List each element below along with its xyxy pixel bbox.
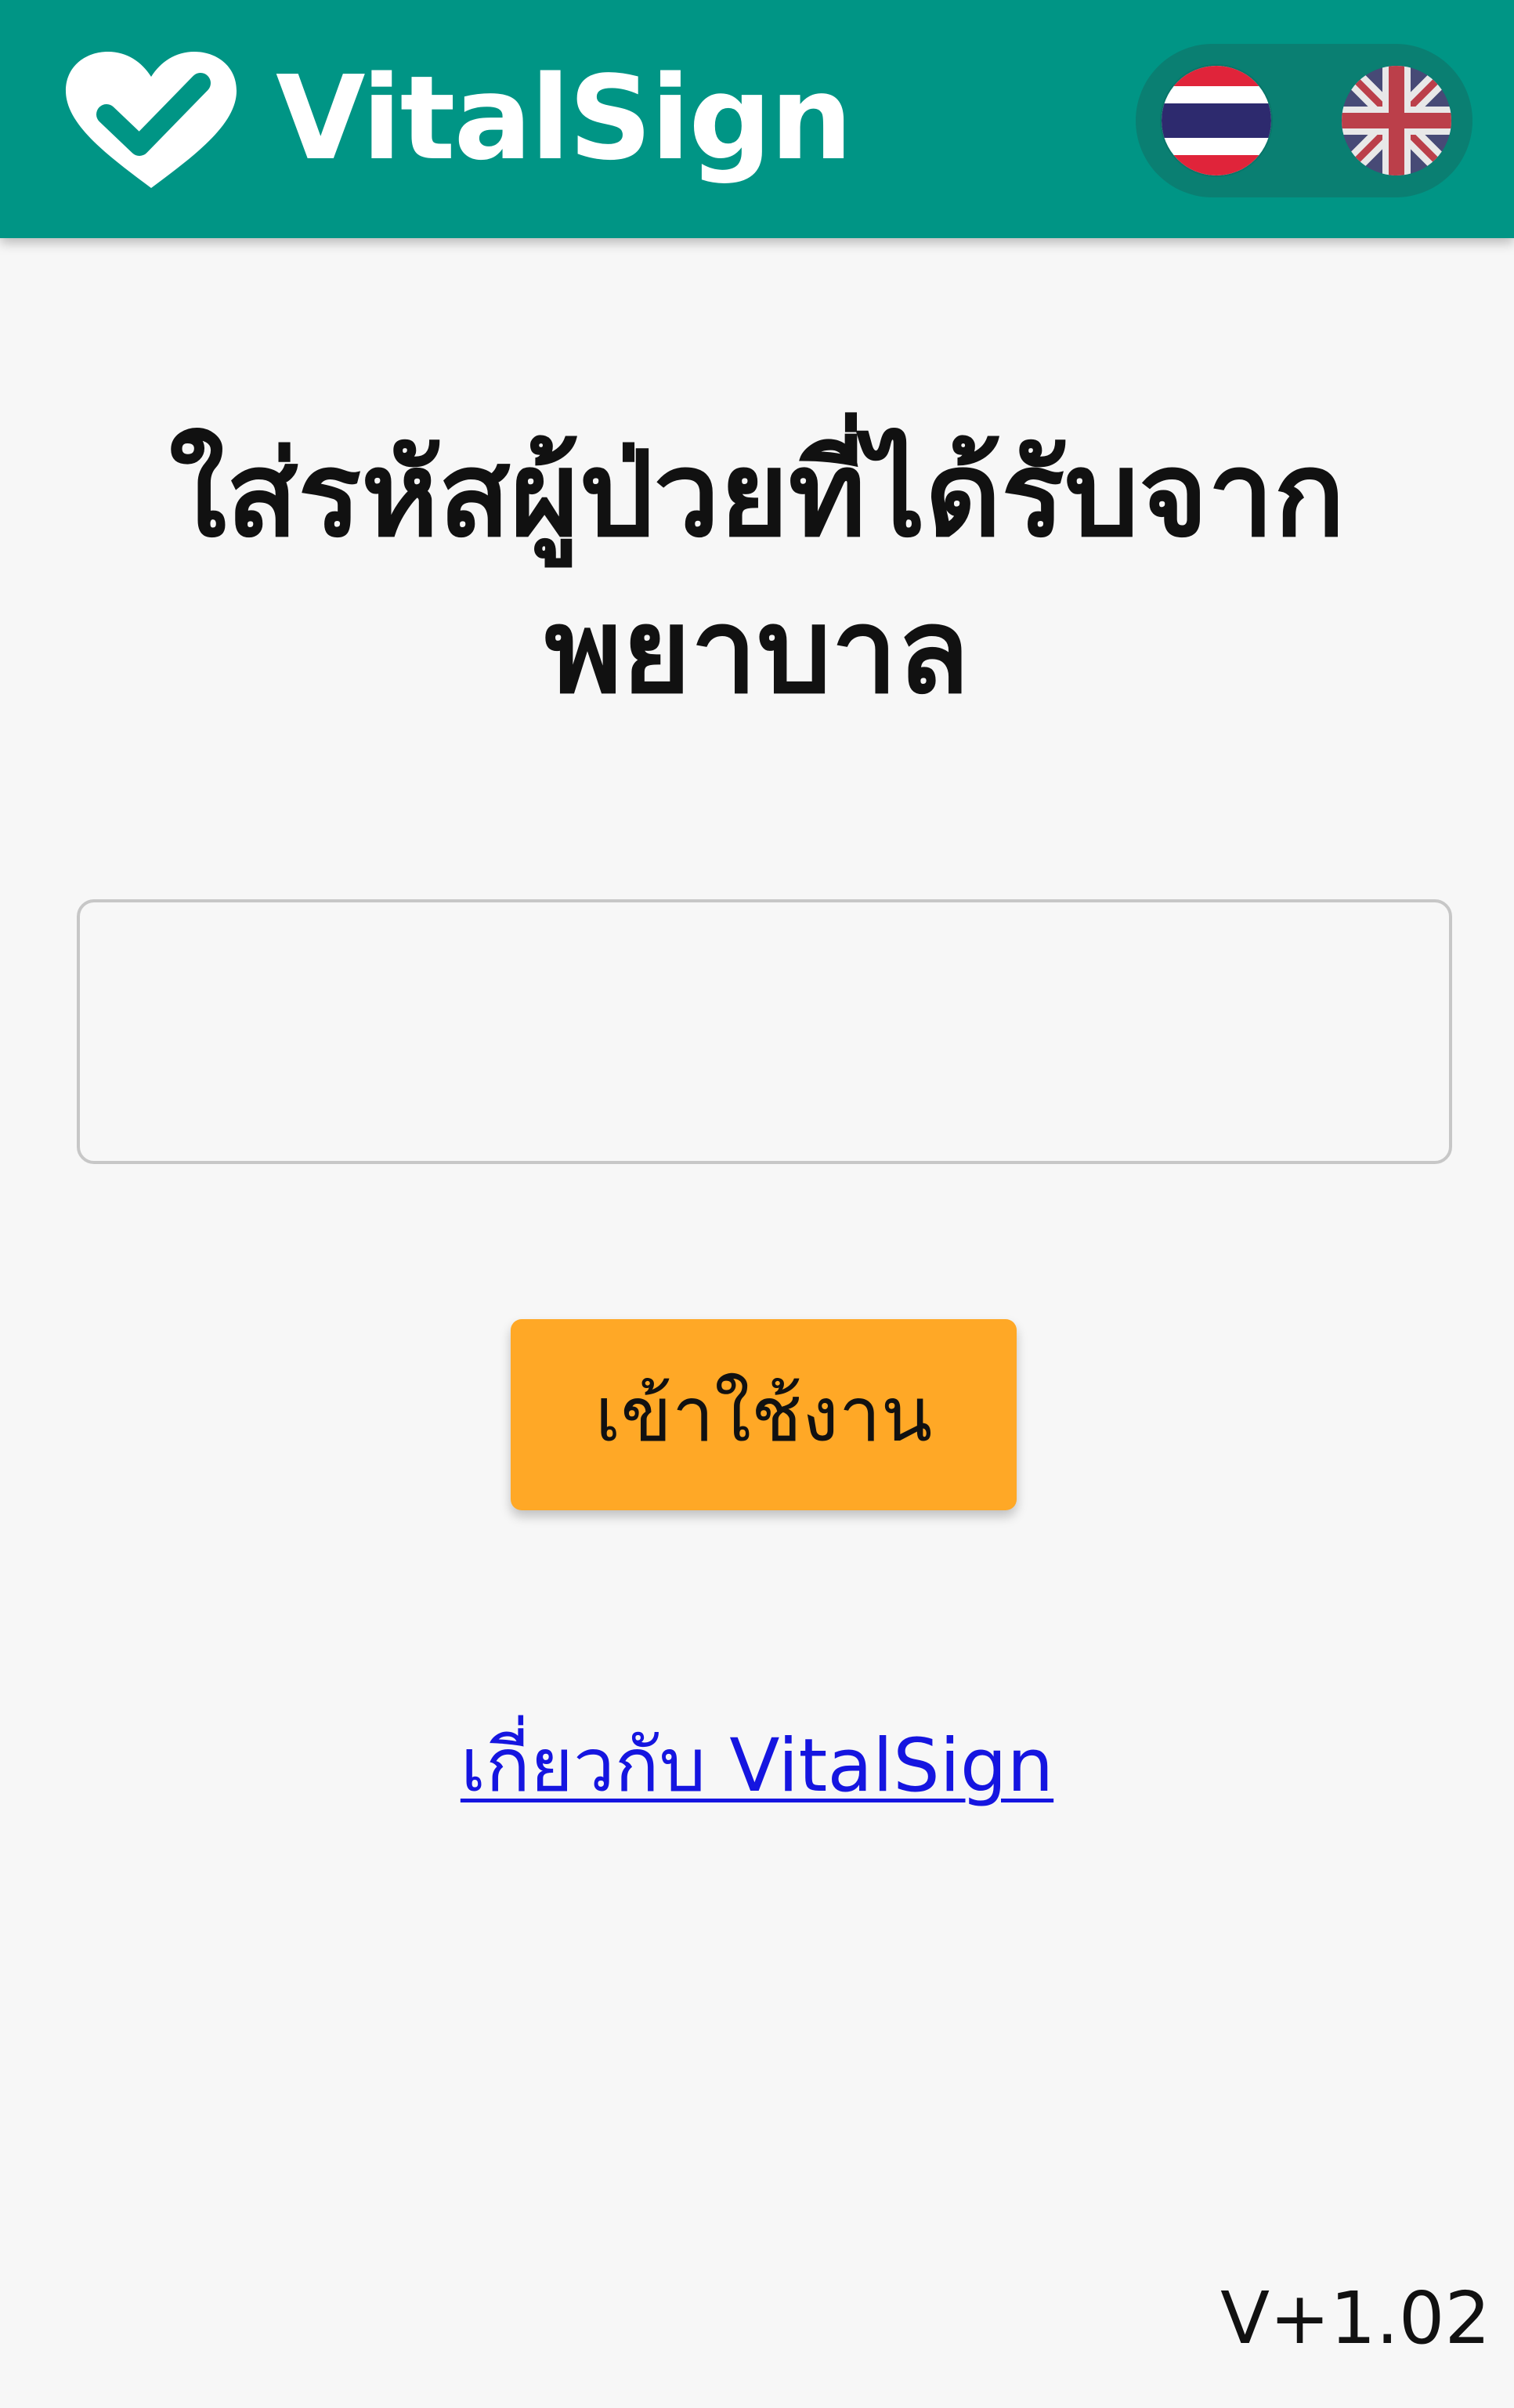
thailand-flag-icon[interactable] — [1162, 66, 1271, 175]
version-label: V+1.02 — [1220, 2276, 1491, 2360]
uk-flag-icon[interactable] — [1342, 66, 1451, 175]
login-button[interactable]: เข้าใช้งาน — [511, 1319, 1017, 1510]
heart-check-icon — [61, 50, 241, 191]
brand-name: VitalSign — [276, 51, 853, 186]
page-title: ใส่รหัสผู้ป่วยที่ได้รับจากพยาบาล — [168, 425, 1346, 720]
patient-code-input[interactable] — [77, 899, 1452, 1164]
about-link[interactable]: เกี่ยวกับ VitalSign — [0, 1716, 1514, 1817]
app-header: VitalSign — [0, 0, 1514, 238]
language-switcher — [1136, 44, 1472, 197]
